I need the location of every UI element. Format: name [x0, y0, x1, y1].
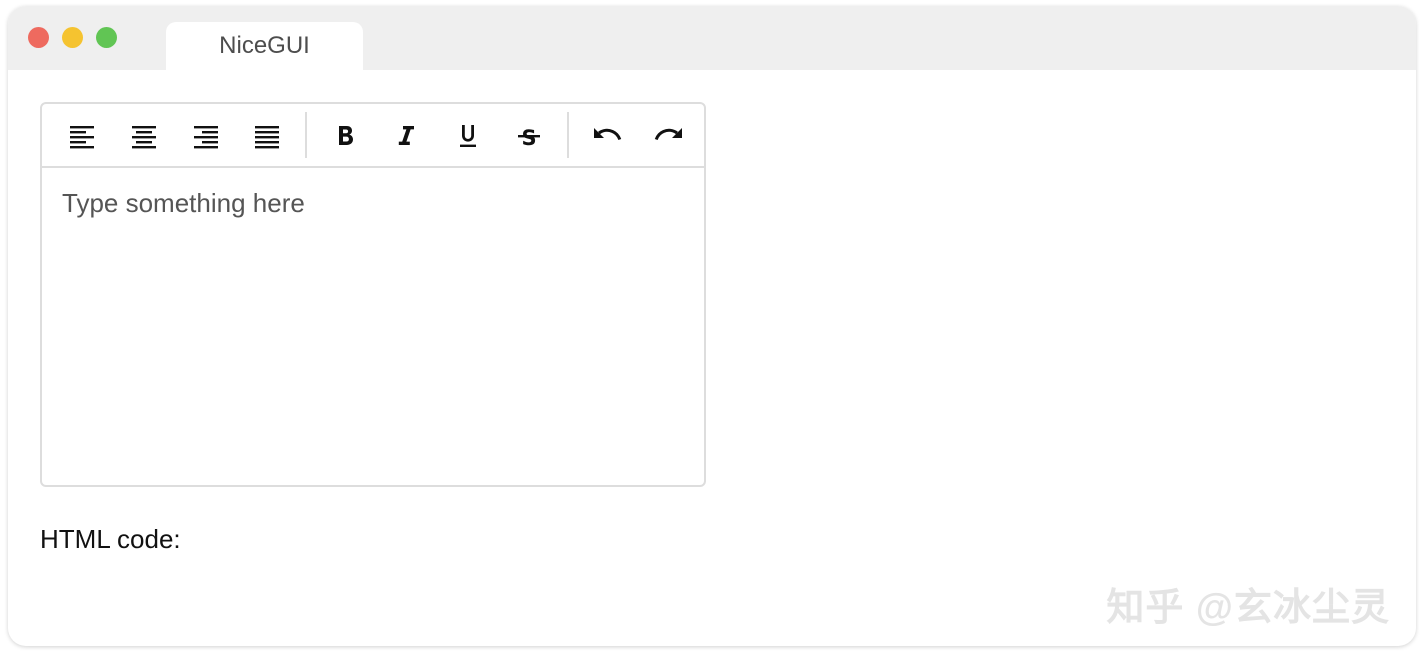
editor-toolbar: S [42, 104, 704, 168]
align-right-icon [194, 126, 218, 149]
toolbar-separator [305, 112, 307, 158]
align-center-icon [132, 126, 156, 149]
tab-title: NiceGUI [219, 32, 310, 59]
bold-icon [339, 126, 353, 145]
bold-button[interactable] [323, 114, 367, 158]
maximize-window-button[interactable] [96, 27, 117, 48]
html-code-label: HTML code: [40, 524, 181, 554]
title-bar: NiceGUI [8, 6, 1416, 70]
align-center-button[interactable] [122, 114, 166, 158]
undo-icon [594, 128, 622, 141]
align-justify-button[interactable] [245, 114, 289, 158]
redo-button[interactable] [647, 114, 691, 158]
italic-icon [398, 126, 414, 145]
minimize-window-button[interactable] [62, 27, 83, 48]
underline-button[interactable] [446, 114, 490, 158]
editor-placeholder: Type something here [62, 188, 305, 218]
italic-button[interactable] [384, 114, 428, 158]
redo-icon [654, 128, 682, 141]
close-window-button[interactable] [28, 27, 49, 48]
strikethrough-button[interactable]: S [507, 114, 551, 158]
align-left-icon [70, 126, 94, 149]
rich-text-editor: S Type something here [40, 102, 706, 487]
svg-text:S: S [521, 126, 536, 150]
underline-icon [460, 125, 476, 147]
undo-button[interactable] [585, 114, 629, 158]
toolbar-separator [567, 112, 569, 158]
align-right-button[interactable] [184, 114, 228, 158]
watermark: 知乎 @玄冰尘灵 [1106, 587, 1390, 629]
align-justify-icon [255, 126, 279, 149]
editor-content-area[interactable]: Type something here [42, 168, 704, 485]
app-window: NiceGUI S Type something here HTML code:… [8, 6, 1416, 646]
browser-tab[interactable]: NiceGUI [166, 22, 363, 70]
align-left-button[interactable] [60, 114, 104, 158]
strikethrough-icon: S [518, 126, 540, 150]
